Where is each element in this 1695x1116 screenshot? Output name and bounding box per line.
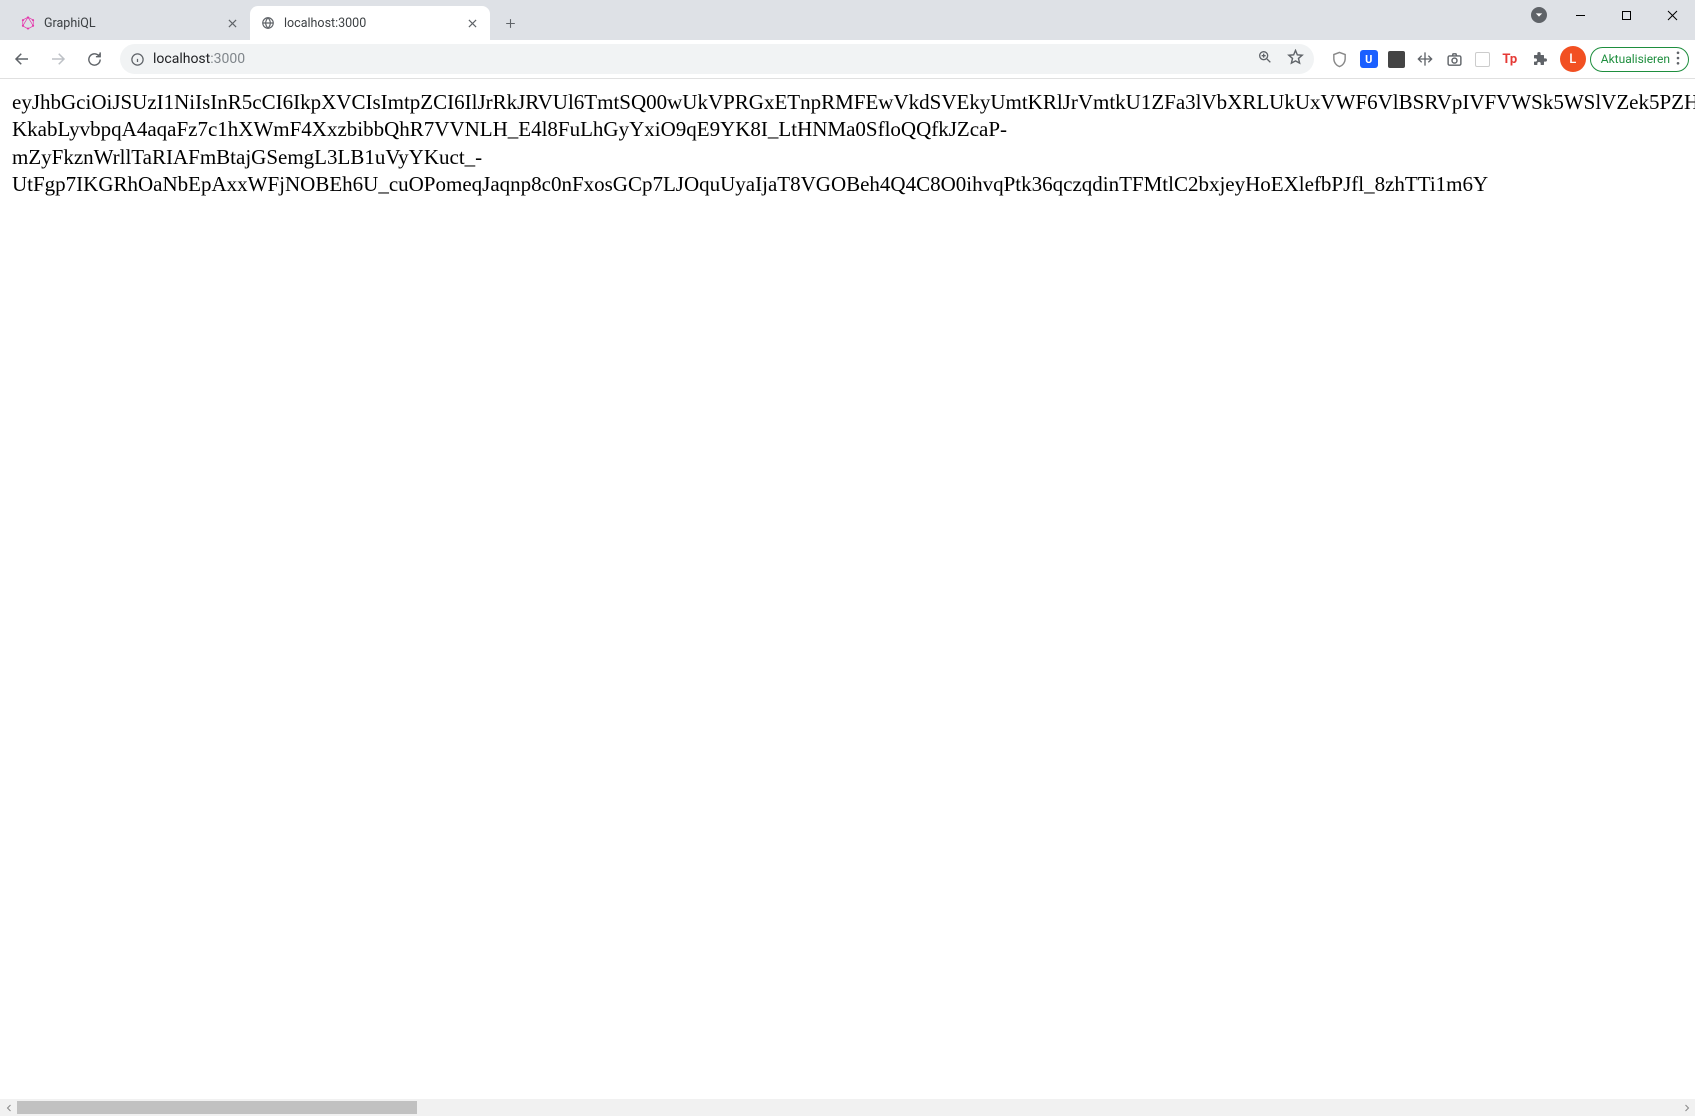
tab-title: GraphiQL — [44, 16, 216, 31]
bookmark-icon[interactable] — [1287, 49, 1304, 70]
zoom-icon[interactable] — [1257, 49, 1273, 69]
ext-dark-icon[interactable] — [1388, 51, 1405, 68]
avatar-letter: L — [1569, 52, 1576, 67]
reload-button[interactable] — [78, 43, 110, 75]
close-window-button[interactable] — [1649, 0, 1695, 30]
tab-graphiql[interactable]: GraphiQL — [10, 6, 250, 40]
page-content: eyJhbGciOiJSUzI1NiIsInR5cCI6IkpXVCIsImtp… — [0, 79, 1695, 1099]
horizontal-scrollbar[interactable] — [0, 1099, 1695, 1116]
ublock-icon[interactable]: U — [1360, 50, 1378, 68]
extension-icons: U Tp — [1324, 49, 1556, 69]
globe-icon — [260, 15, 276, 31]
browser-toolbar: localhost:3000 U Tp L Akt — [0, 40, 1695, 79]
kebab-menu-icon[interactable] — [1676, 51, 1680, 68]
ext-tp-icon[interactable]: Tp — [1500, 49, 1520, 69]
new-tab-button[interactable] — [496, 9, 524, 37]
brave-shields-icon[interactable] — [1330, 49, 1350, 69]
token-line: UtFgp7IKGRhOaNbEpAxxWFjNOBEh6U_cuOPomeqJ… — [12, 171, 1683, 198]
back-button[interactable] — [6, 43, 38, 75]
forward-button[interactable] — [42, 43, 74, 75]
scroll-right-button[interactable] — [1678, 1099, 1695, 1116]
token-line: eyJhbGciOiJSUzI1NiIsInR5cCI6IkpXVCIsImtp… — [12, 89, 1683, 116]
address-bar[interactable]: localhost:3000 — [120, 44, 1314, 74]
tab-localhost[interactable]: localhost:3000 — [250, 6, 490, 40]
minimize-button[interactable] — [1557, 0, 1603, 30]
update-button[interactable]: Aktualisieren — [1590, 47, 1689, 72]
graphql-icon — [20, 15, 36, 31]
close-icon[interactable] — [464, 15, 480, 31]
ext-square-icon[interactable] — [1475, 52, 1490, 67]
scroll-track[interactable] — [17, 1099, 1678, 1116]
camera-icon[interactable] — [1445, 49, 1465, 69]
ext-move-icon[interactable] — [1415, 49, 1435, 69]
tab-strip: GraphiQL localhost:3000 — [0, 0, 524, 40]
maximize-button[interactable] — [1603, 0, 1649, 30]
window-controls — [1557, 0, 1695, 30]
scroll-left-button[interactable] — [0, 1099, 17, 1116]
scroll-thumb[interactable] — [17, 1101, 417, 1114]
token-line: KkabLyvbpqA4aqaFz7c1hXWmF4XxzbibbQhR7VVN… — [12, 116, 1683, 143]
search-tabs-button[interactable] — [1531, 7, 1547, 23]
url-text: localhost:3000 — [153, 51, 1249, 67]
window-titlebar: GraphiQL localhost:3000 — [0, 0, 1695, 40]
extensions-icon[interactable] — [1530, 49, 1550, 69]
tab-title: localhost:3000 — [284, 16, 456, 31]
update-label: Aktualisieren — [1601, 52, 1670, 66]
site-info-icon[interactable] — [130, 52, 145, 67]
token-line: mZyFkznWrllTaRIAFmBtajGSemgL3LB1uVyYKuct… — [12, 144, 1683, 171]
profile-avatar[interactable]: L — [1560, 46, 1586, 72]
close-icon[interactable] — [224, 15, 240, 31]
